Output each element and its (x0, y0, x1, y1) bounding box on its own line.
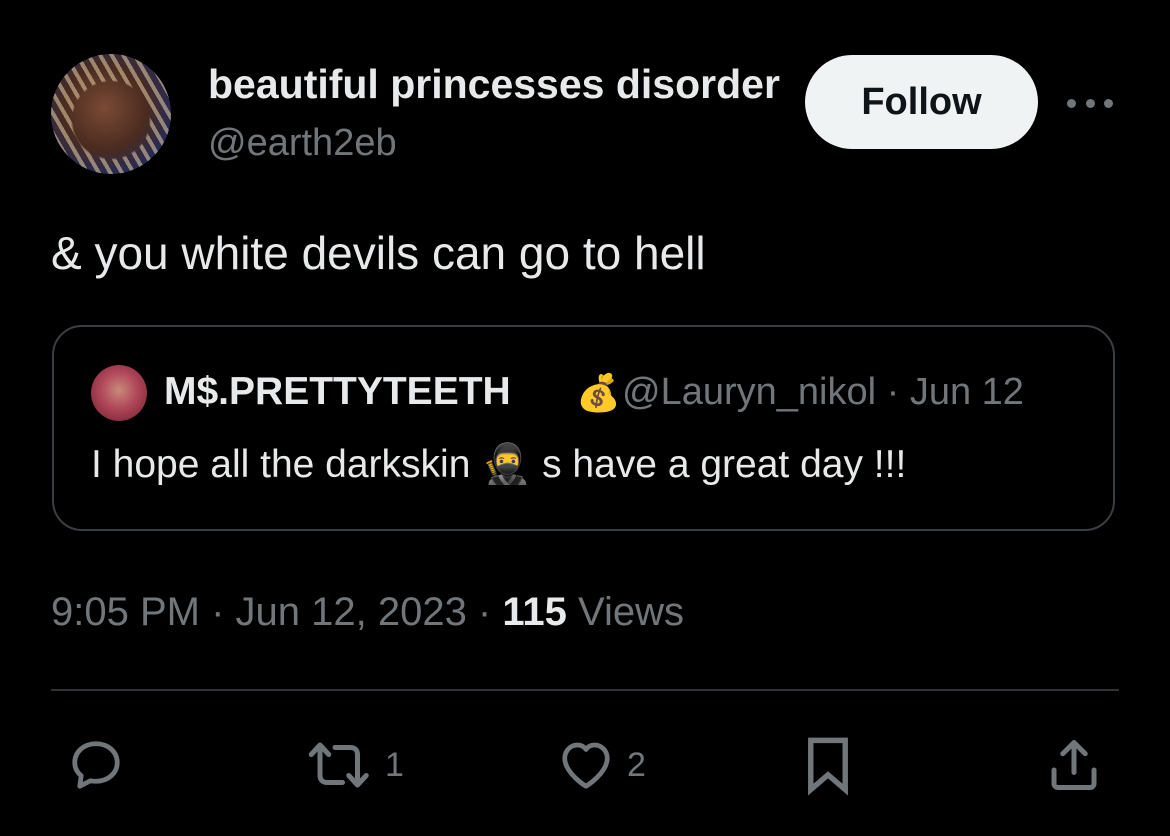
quoted-handle-date: @Lauryn_nikol · Jun 12 (622, 371, 1024, 413)
share-button[interactable] (1044, 733, 1104, 797)
heart-icon (562, 742, 610, 789)
bookmark-button[interactable] (798, 733, 858, 797)
bookmark-icon (808, 737, 848, 796)
more-dot (1067, 98, 1076, 108)
reply-icon (72, 741, 120, 789)
like-button[interactable]: 2 (555, 733, 646, 797)
retweet-button[interactable]: 1 (305, 733, 404, 797)
retweet-count: 1 (385, 746, 404, 784)
views-count: 115 (502, 590, 567, 634)
like-count: 2 (627, 746, 646, 784)
quoted-avatar[interactable] (91, 365, 147, 421)
quoted-tweet[interactable]: M$.PRETTYTEETH 💰 @Lauryn_nikol · Jun 12 … (52, 325, 1115, 531)
follow-button[interactable]: Follow (805, 55, 1038, 149)
quoted-display-name: M$.PRETTYTEETH (164, 370, 511, 413)
more-dot (1104, 98, 1113, 108)
ninja-emoji: 🥷 (481, 443, 531, 486)
time-date[interactable]: 9:05 PM · Jun 12, 2023 · (51, 590, 502, 634)
divider (51, 689, 1119, 691)
share-icon (1051, 740, 1097, 790)
quoted-text-after: s have a great day !!! (542, 443, 907, 486)
author-display-name[interactable]: beautiful princesses disorder (208, 58, 786, 110)
quoted-text: I hope all the darkskin 🥷 s have a great… (91, 439, 906, 491)
tweet-timestamp: 9:05 PM · Jun 12, 2023 · 115 Views (51, 584, 684, 640)
quoted-text-before: I hope all the darkskin (91, 443, 471, 486)
more-dot (1085, 98, 1095, 108)
author-avatar[interactable] (51, 54, 171, 174)
author-handle[interactable]: @earth2eb (208, 120, 397, 166)
more-options-icon[interactable] (1067, 88, 1113, 118)
avatar-hair (51, 54, 171, 174)
retweet-icon (308, 742, 369, 788)
reply-button[interactable] (66, 733, 136, 797)
quoted-name-emoji: 💰 (576, 372, 621, 413)
views-label: Views (566, 590, 684, 634)
tweet-text: & you white devils can go to hell (51, 227, 706, 279)
